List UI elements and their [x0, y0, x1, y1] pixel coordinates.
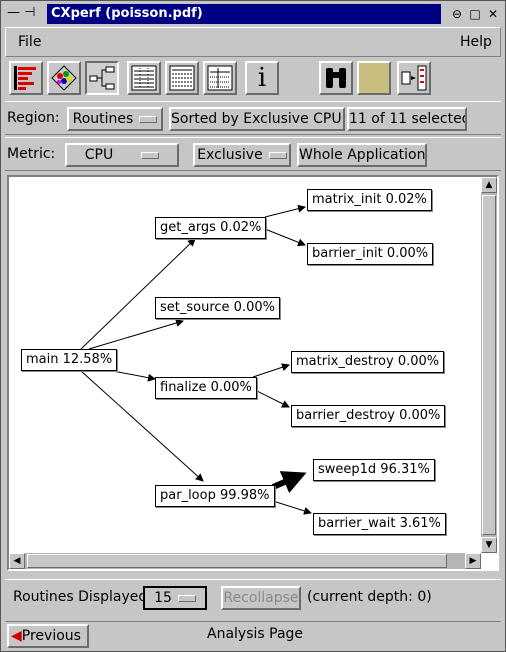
option-menu-icon	[141, 151, 160, 159]
status-bar: ◀Previous Analysis Page	[5, 621, 501, 649]
vertical-scrollbar[interactable]: ▲ ▼	[481, 177, 497, 553]
close-icon[interactable]: ✕	[485, 6, 501, 22]
metric-row: Metric: CPU Exclusive Whole Application	[5, 137, 501, 171]
edge-main-get_args	[80, 238, 196, 350]
region-label: Region:	[7, 110, 60, 126]
bar-chart-icon	[14, 66, 36, 90]
node-main[interactable]: main 12.58%	[21, 349, 118, 371]
exclusive-select[interactable]: Exclusive	[193, 143, 291, 167]
table-icon	[131, 65, 157, 91]
option-menu-icon	[177, 594, 196, 602]
blank-tool[interactable]	[357, 61, 391, 95]
binoculars-icon	[326, 68, 346, 88]
edge-get_args-barrier_init	[264, 228, 306, 247]
node-barrier-wait[interactable]: barrier_wait 3.61%	[313, 513, 446, 535]
sort-button[interactable]: Sorted by Exclusive CPU...	[169, 107, 345, 131]
scatter-icon	[51, 65, 77, 91]
search-tool[interactable]	[319, 61, 353, 95]
edge-par_loop-sweep1d	[271, 471, 307, 494]
scatter-tool[interactable]	[47, 61, 81, 95]
scroll-down-icon[interactable]: ▼	[481, 537, 497, 553]
edge-finalize-barrier_destroy	[252, 388, 290, 408]
info-tool[interactable]: i	[245, 61, 279, 95]
node-get-args[interactable]: get_args 0.02%	[155, 217, 267, 239]
flow-icon	[401, 65, 427, 91]
edge-finalize-matrix_destroy	[252, 363, 290, 378]
metric-label: Metric:	[7, 146, 56, 162]
current-depth: (current depth: 0)	[307, 589, 432, 605]
arrow-left-icon: ◀	[11, 628, 22, 644]
scroll-up-icon[interactable]: ▲	[481, 177, 497, 193]
node-par-loop[interactable]: par_loop 99.98%	[155, 485, 275, 507]
call-graph-icon	[89, 66, 115, 90]
routines-select-value: Routines	[72, 111, 134, 127]
bar-chart-tool[interactable]	[9, 61, 43, 95]
routines-count-value: 15	[154, 590, 172, 606]
minimize-icon[interactable]: ⊖	[449, 6, 465, 22]
routines-count-select[interactable]: 15	[143, 586, 207, 610]
node-matrix-init[interactable]: matrix_init 0.02%	[307, 189, 432, 211]
node-matrix-destroy[interactable]: matrix_destroy 0.00%	[291, 351, 445, 373]
edge-main-finalize	[112, 370, 156, 382]
node-sweep1d[interactable]: sweep1d 96.31%	[313, 459, 435, 481]
edge-main-set_source	[88, 319, 184, 350]
vertical-scroll-thumb[interactable]	[482, 195, 496, 535]
info-icon: i	[257, 63, 267, 93]
previous-button[interactable]: ◀Previous	[7, 624, 89, 648]
maximize-icon[interactable]: □	[467, 6, 483, 22]
page-name: Analysis Page	[207, 626, 304, 642]
table-grid-tool[interactable]	[203, 61, 237, 95]
node-barrier-destroy[interactable]: barrier_destroy 0.00%	[291, 405, 446, 427]
node-finalize[interactable]: finalize 0.00%	[155, 377, 257, 399]
scope-button[interactable]: Whole Application	[297, 143, 427, 167]
flow-tool[interactable]	[397, 61, 431, 95]
previous-label: Previous	[21, 628, 81, 644]
table-grid-icon	[207, 65, 233, 91]
scroll-left-icon[interactable]: ◀	[9, 553, 25, 569]
title-bar: — ⊣ CXperf (poisson.pdf) ⊖ □ ✕	[3, 3, 503, 25]
call-graph-panel: main 12.58% get_args 0.02% matrix_init 0…	[7, 175, 499, 571]
option-menu-icon	[139, 115, 158, 123]
menu-file[interactable]: File	[18, 34, 41, 50]
selection-button[interactable]: 11 of 11 selected	[347, 107, 467, 131]
menu-bar: File Help	[5, 27, 501, 57]
window-title: CXperf (poisson.pdf)	[47, 4, 441, 24]
recollapse-button[interactable]: Recollapse	[221, 586, 301, 610]
footer-controls: Routines Displayed 15 Recollapse (curren…	[5, 579, 501, 617]
toolbar: i	[5, 59, 501, 99]
routines-displayed-label: Routines Displayed	[13, 589, 148, 605]
cpu-select-value: CPU	[84, 147, 114, 163]
window-menu-icon[interactable]: — ⊣	[7, 5, 35, 20]
node-barrier-init[interactable]: barrier_init 0.00%	[307, 243, 434, 265]
table-list-icon	[169, 65, 195, 91]
scroll-right-icon[interactable]: ▶	[465, 553, 481, 569]
horizontal-scroll-thumb[interactable]	[27, 554, 447, 568]
routines-select[interactable]: Routines	[67, 107, 163, 131]
table-tool[interactable]	[127, 61, 161, 95]
menu-help[interactable]: Help	[460, 34, 492, 50]
region-row: Region: Routines Sorted by Exclusive CPU…	[5, 101, 501, 135]
horizontal-scrollbar[interactable]: ◀ ▶	[9, 553, 481, 569]
app-window: — ⊣ CXperf (poisson.pdf) ⊖ □ ✕ File Help	[0, 0, 506, 652]
edge-par_loop-barrier_wait	[272, 500, 312, 515]
edge-get_args-matrix_init	[264, 204, 306, 218]
table-list-tool[interactable]	[165, 61, 199, 95]
cpu-select[interactable]: CPU	[65, 143, 179, 167]
node-set-source[interactable]: set_source 0.00%	[155, 297, 280, 319]
option-menu-icon	[268, 151, 287, 159]
call-graph-tool[interactable]	[85, 61, 119, 95]
exclusive-select-value: Exclusive	[197, 147, 263, 163]
call-graph-canvas[interactable]: main 12.58% get_args 0.02% matrix_init 0…	[9, 177, 481, 553]
